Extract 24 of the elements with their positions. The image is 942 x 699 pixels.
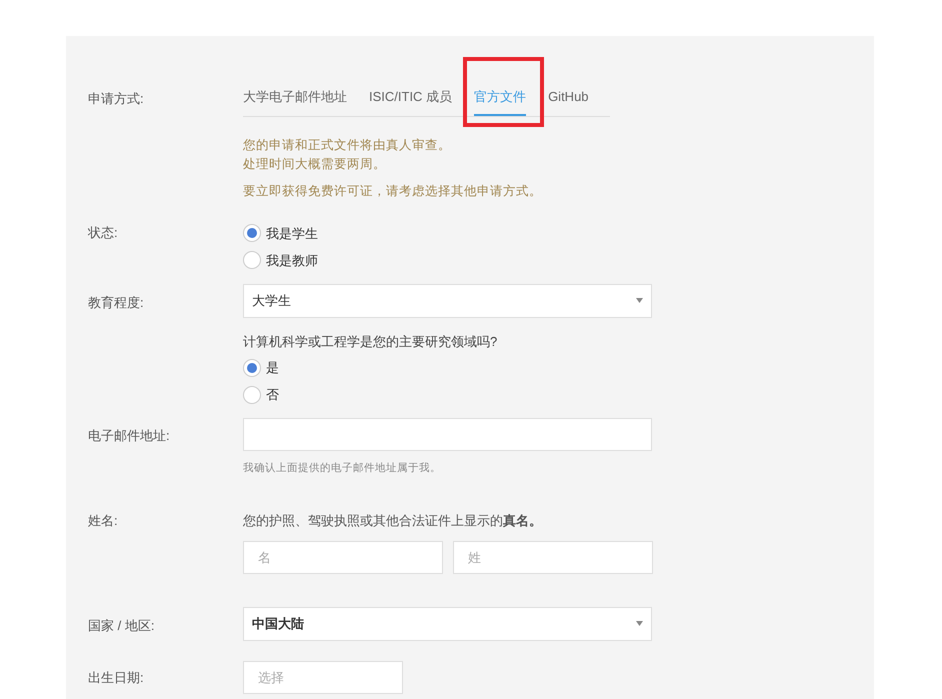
input-field[interactable]: 姓	[453, 540, 653, 574]
radio-option[interactable]: 我是学生	[243, 220, 652, 247]
notice-text: 您的申请和正式文件将由真人审查。 处理时间大概需要两周。	[243, 137, 452, 173]
hint-text: 我确认上面提供的电子邮件地址属于我。	[243, 461, 442, 476]
tab[interactable]: ISIC/ITIC 成员	[369, 86, 452, 116]
tab[interactable]: 大学电子邮件地址	[243, 86, 347, 116]
field-label: 国家 / 地区:	[88, 618, 154, 632]
field-label: 教育程度:	[88, 294, 144, 310]
field-label: 姓名:	[88, 513, 118, 528]
field-label: 状态:	[88, 224, 118, 240]
dropdown[interactable]: 大学生	[243, 284, 652, 318]
field-label: 申请方式:	[88, 91, 144, 106]
field-label: 出生日期:	[88, 670, 144, 684]
radio-option[interactable]: 是	[243, 354, 652, 382]
question-text: 计算机科学或工程学是您的主要研究领域吗?	[243, 332, 498, 351]
input-field[interactable]: 选择	[243, 660, 403, 694]
tab[interactable]: GitHub	[548, 86, 589, 116]
dropdown[interactable]: 中国大陆	[243, 606, 652, 640]
radio-option[interactable]: 否	[243, 381, 652, 408]
name-note: 您的护照、驾驶执照或其他合法证件上显示的真名。	[243, 512, 543, 530]
field-label: 电子邮件地址:	[88, 428, 170, 444]
notice-text: 要立即获得免费许可证，请考虑选择其他申请方式。	[243, 183, 543, 200]
input-field[interactable]: 名	[243, 540, 443, 574]
radio-option[interactable]: 我是教师	[243, 246, 652, 274]
